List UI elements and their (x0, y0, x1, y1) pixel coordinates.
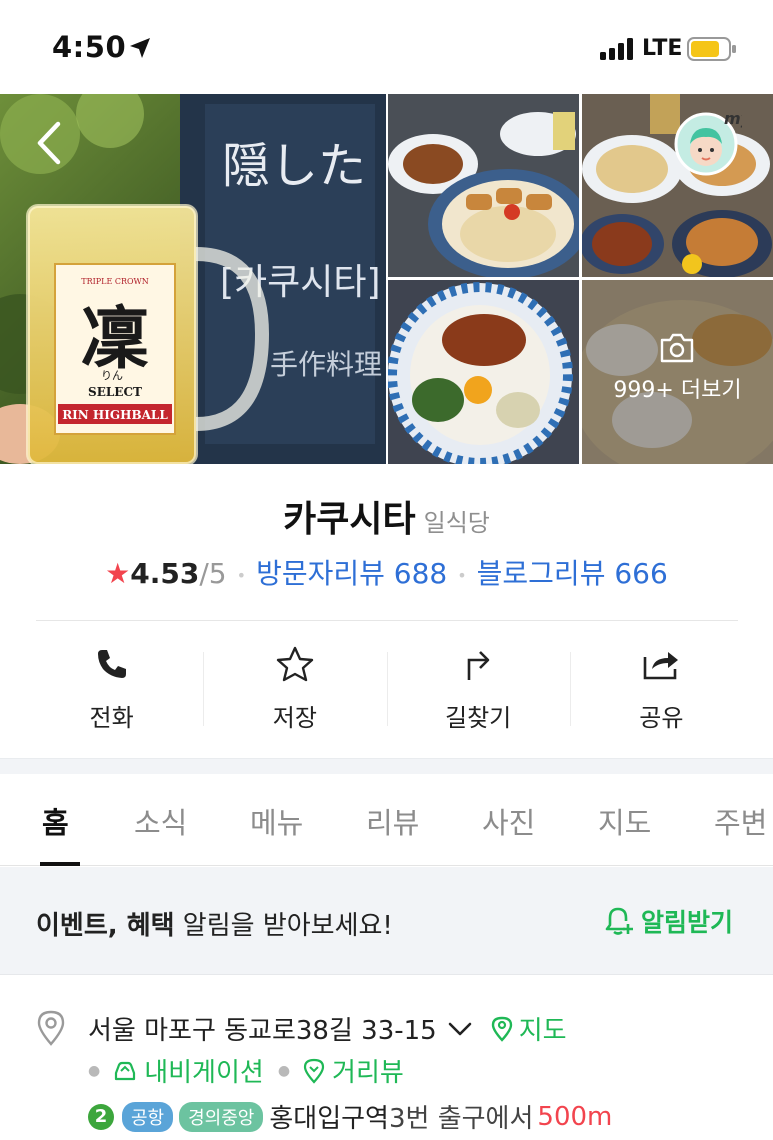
place-header: 카쿠시타 일식당 (0, 490, 773, 542)
main-photo[interactable]: 隠した [카쿠시타] 手作料理 TRIPLE CROWN 凜 りん SELECT… (0, 94, 386, 464)
camera-icon (660, 333, 694, 363)
tab-photo[interactable]: 사진 (482, 800, 535, 842)
separator-dot: ● (277, 1062, 291, 1079)
call-button[interactable]: 전화 (20, 640, 203, 740)
rating-row: ★4.53/5 • 방문자리뷰 688 • 블로그리뷰 666 (0, 552, 773, 592)
section-gap (0, 758, 773, 774)
signal-icon (600, 38, 633, 60)
navigation-label: 내비게이션 (144, 1058, 264, 1088)
battery-icon (687, 37, 736, 61)
place-category: 일식당 (423, 509, 490, 537)
back-button[interactable] (28, 118, 72, 168)
blog-reviews-link[interactable]: 블로그리뷰 666 (477, 557, 668, 590)
address-row: 서울 마포구 동교로38길 33-15 지도 (88, 1010, 567, 1047)
tab-map[interactable]: 지도 (598, 800, 651, 842)
directions-button[interactable]: 길찾기 (386, 640, 570, 740)
street-view-label: 거리뷰 (332, 1058, 404, 1088)
share-icon (644, 652, 679, 680)
rating-max: /5 (199, 557, 227, 590)
chevron-down-icon[interactable] (447, 1020, 473, 1038)
separator-dot: • (236, 565, 247, 585)
photo-gallery: 隠した [카쿠시타] 手作料理 TRIPLE CROWN 凜 りん SELECT… (0, 94, 773, 464)
exit-info: 3번 출구에서 (388, 1104, 534, 1134)
notification-banner: 이벤트, 혜택 알림을 받아보세요! 알림받기 (0, 867, 773, 975)
map-link-label: 지도 (518, 1016, 567, 1046)
star-outline-icon (276, 646, 314, 682)
share-label: 공유 (639, 704, 684, 732)
save-button[interactable]: 저장 (203, 640, 386, 740)
notification-bold: 이벤트, 혜택 (36, 911, 175, 941)
tab-nearby[interactable]: 주변 (714, 800, 767, 842)
separator-dot: • (457, 565, 467, 585)
save-label: 저장 (272, 704, 317, 732)
rice-bowl-image (388, 280, 579, 464)
star-icon: ★ (105, 557, 131, 590)
tab-review[interactable]: 리뷰 (366, 800, 419, 842)
header-divider (36, 620, 738, 621)
directions-label: 길찾기 (445, 704, 512, 732)
notification-text: 이벤트, 혜택 알림을 받아보세요! (36, 905, 393, 942)
subscribe-alert-button[interactable]: 알림받기 (603, 903, 733, 939)
address-links-row: ● 내비게이션 ● 거리뷰 (88, 1052, 404, 1089)
status-time: 4:50 (52, 30, 127, 64)
navigation-link[interactable]: 내비게이션 (112, 1052, 264, 1089)
address-text: 서울 마포구 동교로38길 33-15 (88, 1016, 437, 1046)
action-bar: 전화 저장 길찾기 공유 (20, 640, 753, 740)
active-tab-indicator (40, 862, 80, 866)
tab-news[interactable]: 소식 (134, 800, 187, 842)
food-photo-3[interactable] (388, 280, 579, 464)
directions-arrow-icon (467, 651, 490, 680)
bell-plus-icon (605, 907, 633, 935)
sign-text-1: 隠した (222, 138, 366, 194)
glass-brand-text: RIN HIGHBALL (62, 408, 168, 422)
map-pin-icon (491, 1016, 512, 1042)
call-label: 전화 (89, 704, 134, 732)
pasta-plate-image (388, 94, 579, 277)
place-name: 카쿠시타 (283, 499, 416, 540)
location-pin-icon (37, 1010, 65, 1046)
tab-home[interactable]: 홈 (42, 800, 69, 842)
visitor-reviews-link[interactable]: 방문자리뷰 688 (256, 557, 447, 590)
share-button[interactable]: 공유 (569, 640, 753, 740)
separator-dot: ● (88, 1062, 101, 1079)
my-profile-avatar[interactable]: my (672, 106, 742, 176)
airport-line-badge: 공항 (122, 1101, 174, 1132)
gyeongui-line-badge: 경의중앙 (179, 1101, 264, 1132)
notification-rest: 알림을 받아보세요! (174, 911, 393, 941)
distance-value: 500m (537, 1101, 613, 1132)
location-arrow-icon (130, 38, 150, 58)
glass-logo-text: 凜 (81, 299, 149, 379)
tab-menu[interactable]: 메뉴 (250, 800, 303, 842)
more-photos-button[interactable]: 999+ 더보기 (582, 280, 773, 464)
status-bar: 4:50 LTE (0, 0, 773, 94)
more-photos-label: 999+ 더보기 (613, 378, 742, 403)
subway-line-badge: 2 (88, 1103, 114, 1130)
subway-row: 2 공항 경의중앙 홍대입구역 3번 출구에서 500m (88, 1098, 612, 1135)
sign-text-3: 手作料理 (270, 348, 382, 381)
glass-select-text: SELECT (88, 385, 142, 399)
glass-reading-text: りん (101, 369, 123, 382)
subscribe-alert-label: 알림받기 (641, 908, 734, 937)
street-view-pin-icon (303, 1058, 325, 1084)
tab-bar: 홈 소식 메뉴 리뷰 사진 지도 주변 (0, 774, 773, 866)
map-link[interactable]: 지도 (491, 1010, 567, 1047)
car-icon (115, 1061, 136, 1080)
glass-crown-text: TRIPLE CROWN (81, 277, 149, 286)
network-label: LTE (642, 36, 683, 61)
food-photo-1[interactable] (388, 94, 579, 277)
phone-icon (97, 650, 126, 678)
avatar-my-badge: my (724, 109, 742, 128)
rating-value: 4.53 (130, 557, 200, 590)
street-view-link[interactable]: 거리뷰 (302, 1052, 404, 1089)
station-name: 홍대입구역 (269, 1104, 389, 1134)
